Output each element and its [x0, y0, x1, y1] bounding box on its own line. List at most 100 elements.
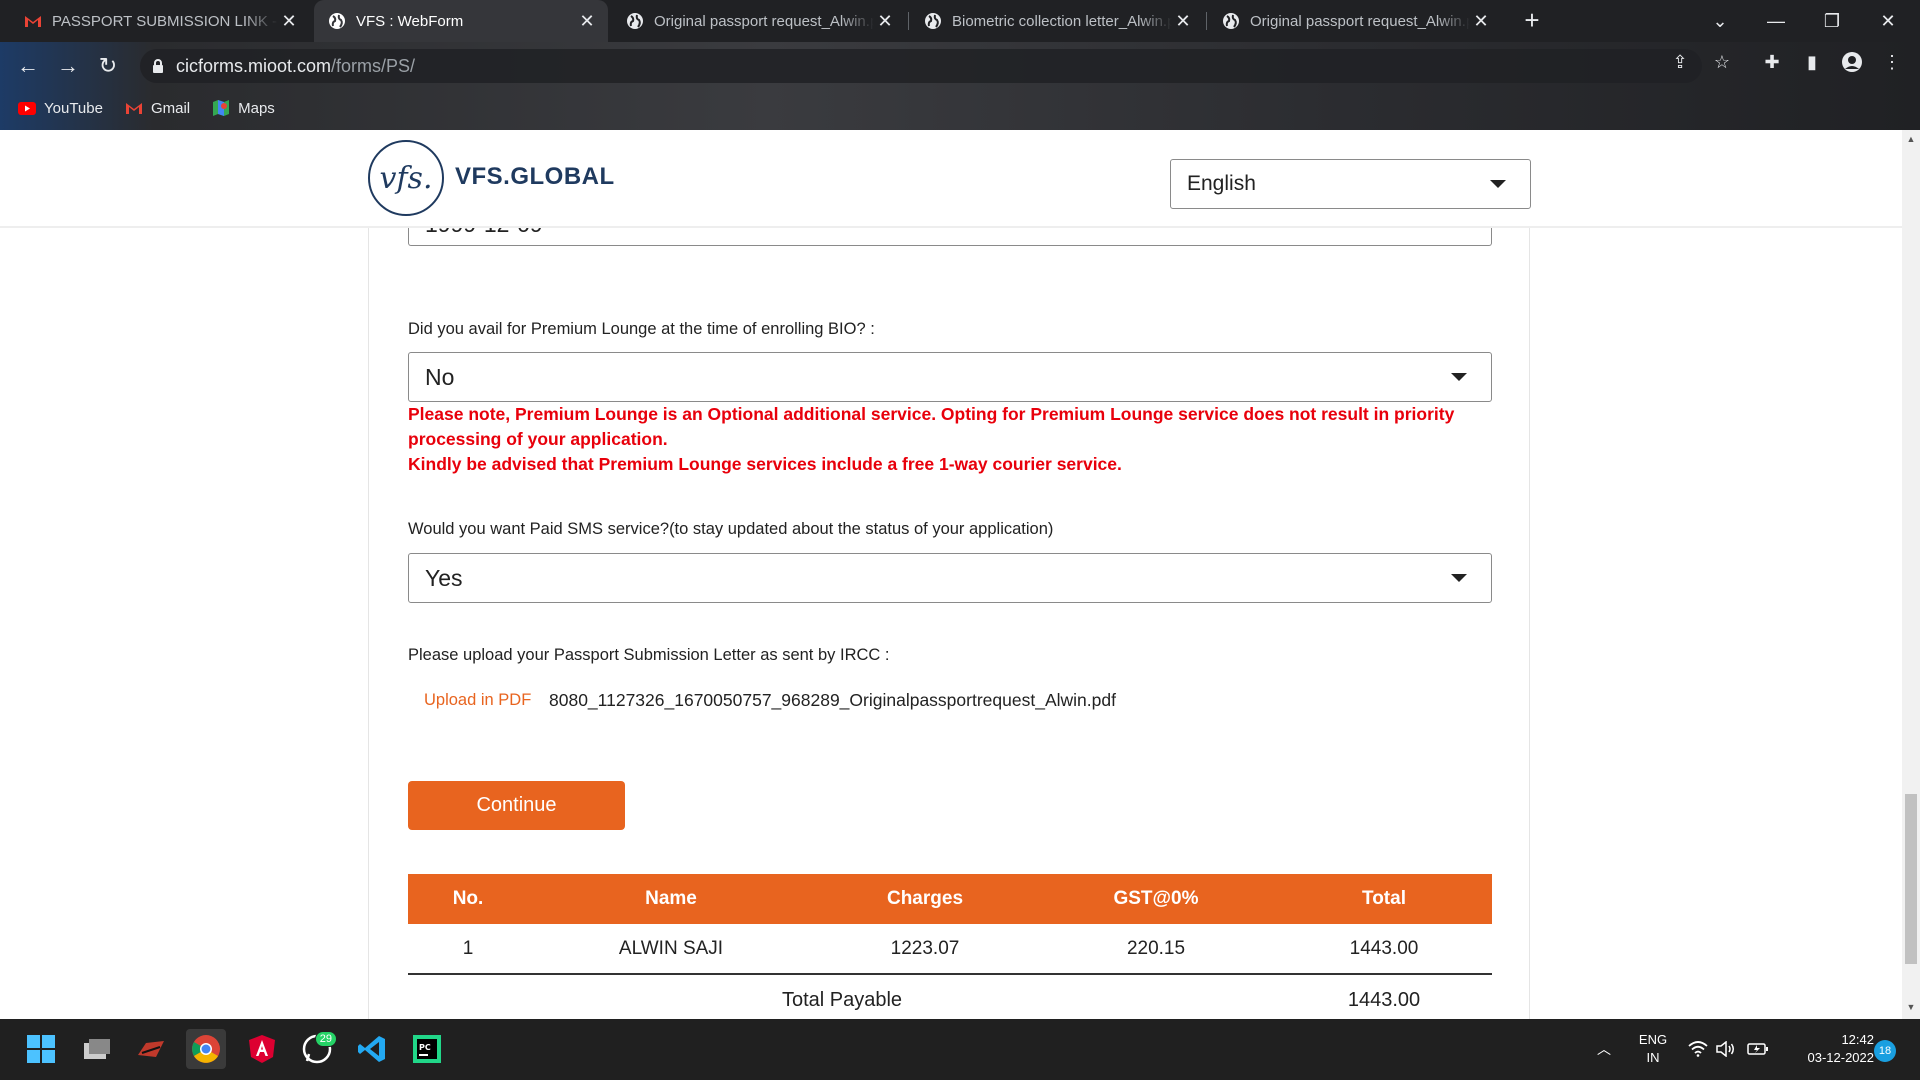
browser-tab[interactable]: Original passport request_Alwin.p ✕	[1208, 0, 1502, 42]
share-icon[interactable]: ⇪	[1668, 50, 1692, 74]
window-close-button[interactable]: ✕	[1860, 0, 1916, 42]
table-cell: 1443.00	[1349, 937, 1419, 959]
clock-time: 12:42	[1841, 1032, 1874, 1047]
windows-start-icon[interactable]	[21, 1029, 61, 1069]
minimize-button[interactable]: —	[1748, 0, 1804, 42]
sms-service-value: Yes	[425, 564, 463, 591]
table-row: 1 ALWIN SAJI 1223.07 220.15 1443.00	[408, 924, 1492, 975]
battery-icon[interactable]	[1744, 1029, 1772, 1069]
bookmark-label: YouTube	[44, 99, 103, 117]
bookmark-gmail[interactable]: Gmail	[125, 100, 190, 117]
clock-date: 03-12-2022	[1807, 1050, 1875, 1065]
clock[interactable]: 12:42 03-12-2022	[1784, 1031, 1875, 1067]
scrollbar-thumb[interactable]	[1905, 794, 1917, 964]
tab-title: Original passport request_Alwin.p	[654, 12, 874, 30]
maps-icon	[212, 100, 230, 116]
total-payable-value: 1443.00	[1347, 988, 1421, 1011]
task-view-icon[interactable]	[77, 1029, 117, 1069]
pycharm-icon[interactable]: PC	[407, 1029, 447, 1069]
language-value: English	[1187, 172, 1256, 195]
premium-lounge-select[interactable]: No	[408, 352, 1492, 402]
tab-search-icon[interactable]: ⌄	[1692, 0, 1748, 42]
page-scrollbar[interactable]: ▲ ▼	[1902, 130, 1920, 1019]
column-header: Total	[1362, 888, 1406, 909]
game-app-icon[interactable]	[131, 1029, 171, 1069]
bookmark-label: Gmail	[150, 99, 191, 117]
column-header: No.	[452, 888, 484, 909]
column-header: Charges	[886, 888, 964, 909]
restore-button[interactable]: ❐	[1804, 0, 1860, 42]
youtube-icon	[18, 101, 36, 115]
navigation-row: ← → ↻ cicforms.mioot.com/forms/PS/ ⇪ ☆ ✚…	[0, 42, 1920, 88]
profile-avatar-icon[interactable]	[1840, 50, 1864, 74]
sms-service-label: Would you want Paid SMS service?(to stay…	[408, 520, 1054, 538]
star-icon[interactable]: ☆	[1710, 50, 1734, 74]
brand-name: VFS.GLOBAL	[455, 163, 615, 190]
angular-icon[interactable]	[242, 1029, 282, 1069]
notification-badge[interactable]: 18	[1874, 1040, 1896, 1062]
whatsapp-icon[interactable]: 29	[297, 1029, 337, 1069]
whatsapp-badge: 29	[314, 1031, 337, 1047]
tab-title: Biometric collection letter_Alwin.p	[952, 12, 1172, 30]
chevron-down-icon	[1490, 180, 1506, 188]
table-cell: 220.15	[1126, 937, 1186, 959]
url-host: cicforms.mioot.com	[176, 55, 332, 76]
charges-table: No. Name Charges GST@0% Total 1 ALWIN SA…	[408, 874, 1492, 1019]
browser-toolbar: ← → ↻ cicforms.mioot.com/forms/PS/ ⇪ ☆ ✚…	[0, 42, 1920, 130]
extensions-puzzle-icon[interactable]: ✚	[1760, 50, 1784, 74]
volume-icon[interactable]	[1712, 1029, 1740, 1069]
table-cell: 1223.07	[890, 937, 960, 959]
close-icon[interactable]: ✕	[576, 11, 598, 32]
browser-tab[interactable]: Biometric collection letter_Alwin.p ✕	[910, 0, 1204, 42]
close-icon[interactable]: ✕	[874, 11, 896, 32]
globe-icon	[626, 12, 644, 30]
column-header: Name	[645, 888, 697, 909]
close-icon[interactable]: ✕	[1470, 11, 1492, 32]
bookmark-maps[interactable]: Maps	[212, 100, 275, 117]
address-bar[interactable]: cicforms.mioot.com/forms/PS/	[140, 49, 1702, 83]
wifi-icon[interactable]	[1684, 1029, 1712, 1069]
scroll-up-arrow-icon[interactable]: ▲	[1906, 134, 1916, 144]
sms-service-select[interactable]: Yes	[408, 553, 1492, 603]
browser-tab[interactable]: Original passport request_Alwin.p ✕	[612, 0, 906, 42]
tab-title: VFS : WebForm	[356, 12, 464, 30]
new-tab-button[interactable]: +	[1520, 0, 1544, 42]
language-select[interactable]: English	[1170, 159, 1531, 209]
tab-title: Original passport request_Alwin.p	[1250, 12, 1470, 30]
globe-icon	[1222, 12, 1240, 30]
table-cell: ALWIN SAJI	[618, 937, 724, 959]
table-total-row: Total Payable 1443.00	[408, 975, 1492, 1019]
lang-line1: ENG	[1638, 1032, 1668, 1047]
close-icon[interactable]: ✕	[278, 11, 300, 32]
chrome-icon[interactable]	[186, 1029, 226, 1069]
input-language-indicator[interactable]: ENG IN	[1630, 1031, 1676, 1067]
total-payable-label: Total Payable	[781, 988, 903, 1011]
lock-icon	[152, 59, 164, 73]
column-header: GST@0%	[1113, 888, 1199, 909]
browser-tab-active[interactable]: VFS : WebForm ✕	[314, 0, 608, 42]
bookmarks-bar: YouTube Gmail Maps	[0, 88, 1920, 128]
premium-lounge-warning: Please note, Premium Lounge is an Option…	[408, 402, 1498, 477]
reload-icon[interactable]: ↻	[92, 50, 124, 82]
scroll-down-arrow-icon[interactable]: ▼	[1906, 1002, 1916, 1012]
continue-button[interactable]: Continue	[408, 781, 625, 830]
premium-lounge-label: Did you avail for Premium Lounge at the …	[408, 320, 875, 338]
forward-arrow-icon[interactable]: →	[52, 50, 84, 82]
upload-pdf-link[interactable]: Upload in PDF	[424, 691, 531, 710]
tab-separator	[1206, 12, 1207, 30]
browser-tab[interactable]: PASSPORT SUBMISSION LINK - a ✕	[10, 0, 310, 42]
chevron-up-icon[interactable]: ︿	[1590, 1029, 1618, 1069]
bookmark-youtube[interactable]: YouTube	[18, 100, 103, 117]
close-icon[interactable]: ✕	[1172, 11, 1194, 32]
vfs-logo: vfs.	[368, 140, 444, 216]
back-arrow-icon[interactable]: ←	[12, 50, 44, 82]
vscode-icon[interactable]	[352, 1029, 392, 1069]
url-path: /forms/PS/	[331, 55, 416, 76]
side-panel-icon[interactable]: ▮	[1800, 50, 1824, 74]
warning-line: Kindly be advised that Premium Lounge se…	[408, 454, 1122, 474]
bookmark-label: Maps	[238, 99, 275, 117]
gmail-icon	[125, 101, 143, 115]
upload-label: Please upload your Passport Submission L…	[408, 646, 890, 664]
uploaded-filename: 8080_1127326_1670050757_968289_Originalp…	[549, 690, 1116, 710]
kebab-menu-icon[interactable]: ⋮	[1880, 50, 1904, 74]
